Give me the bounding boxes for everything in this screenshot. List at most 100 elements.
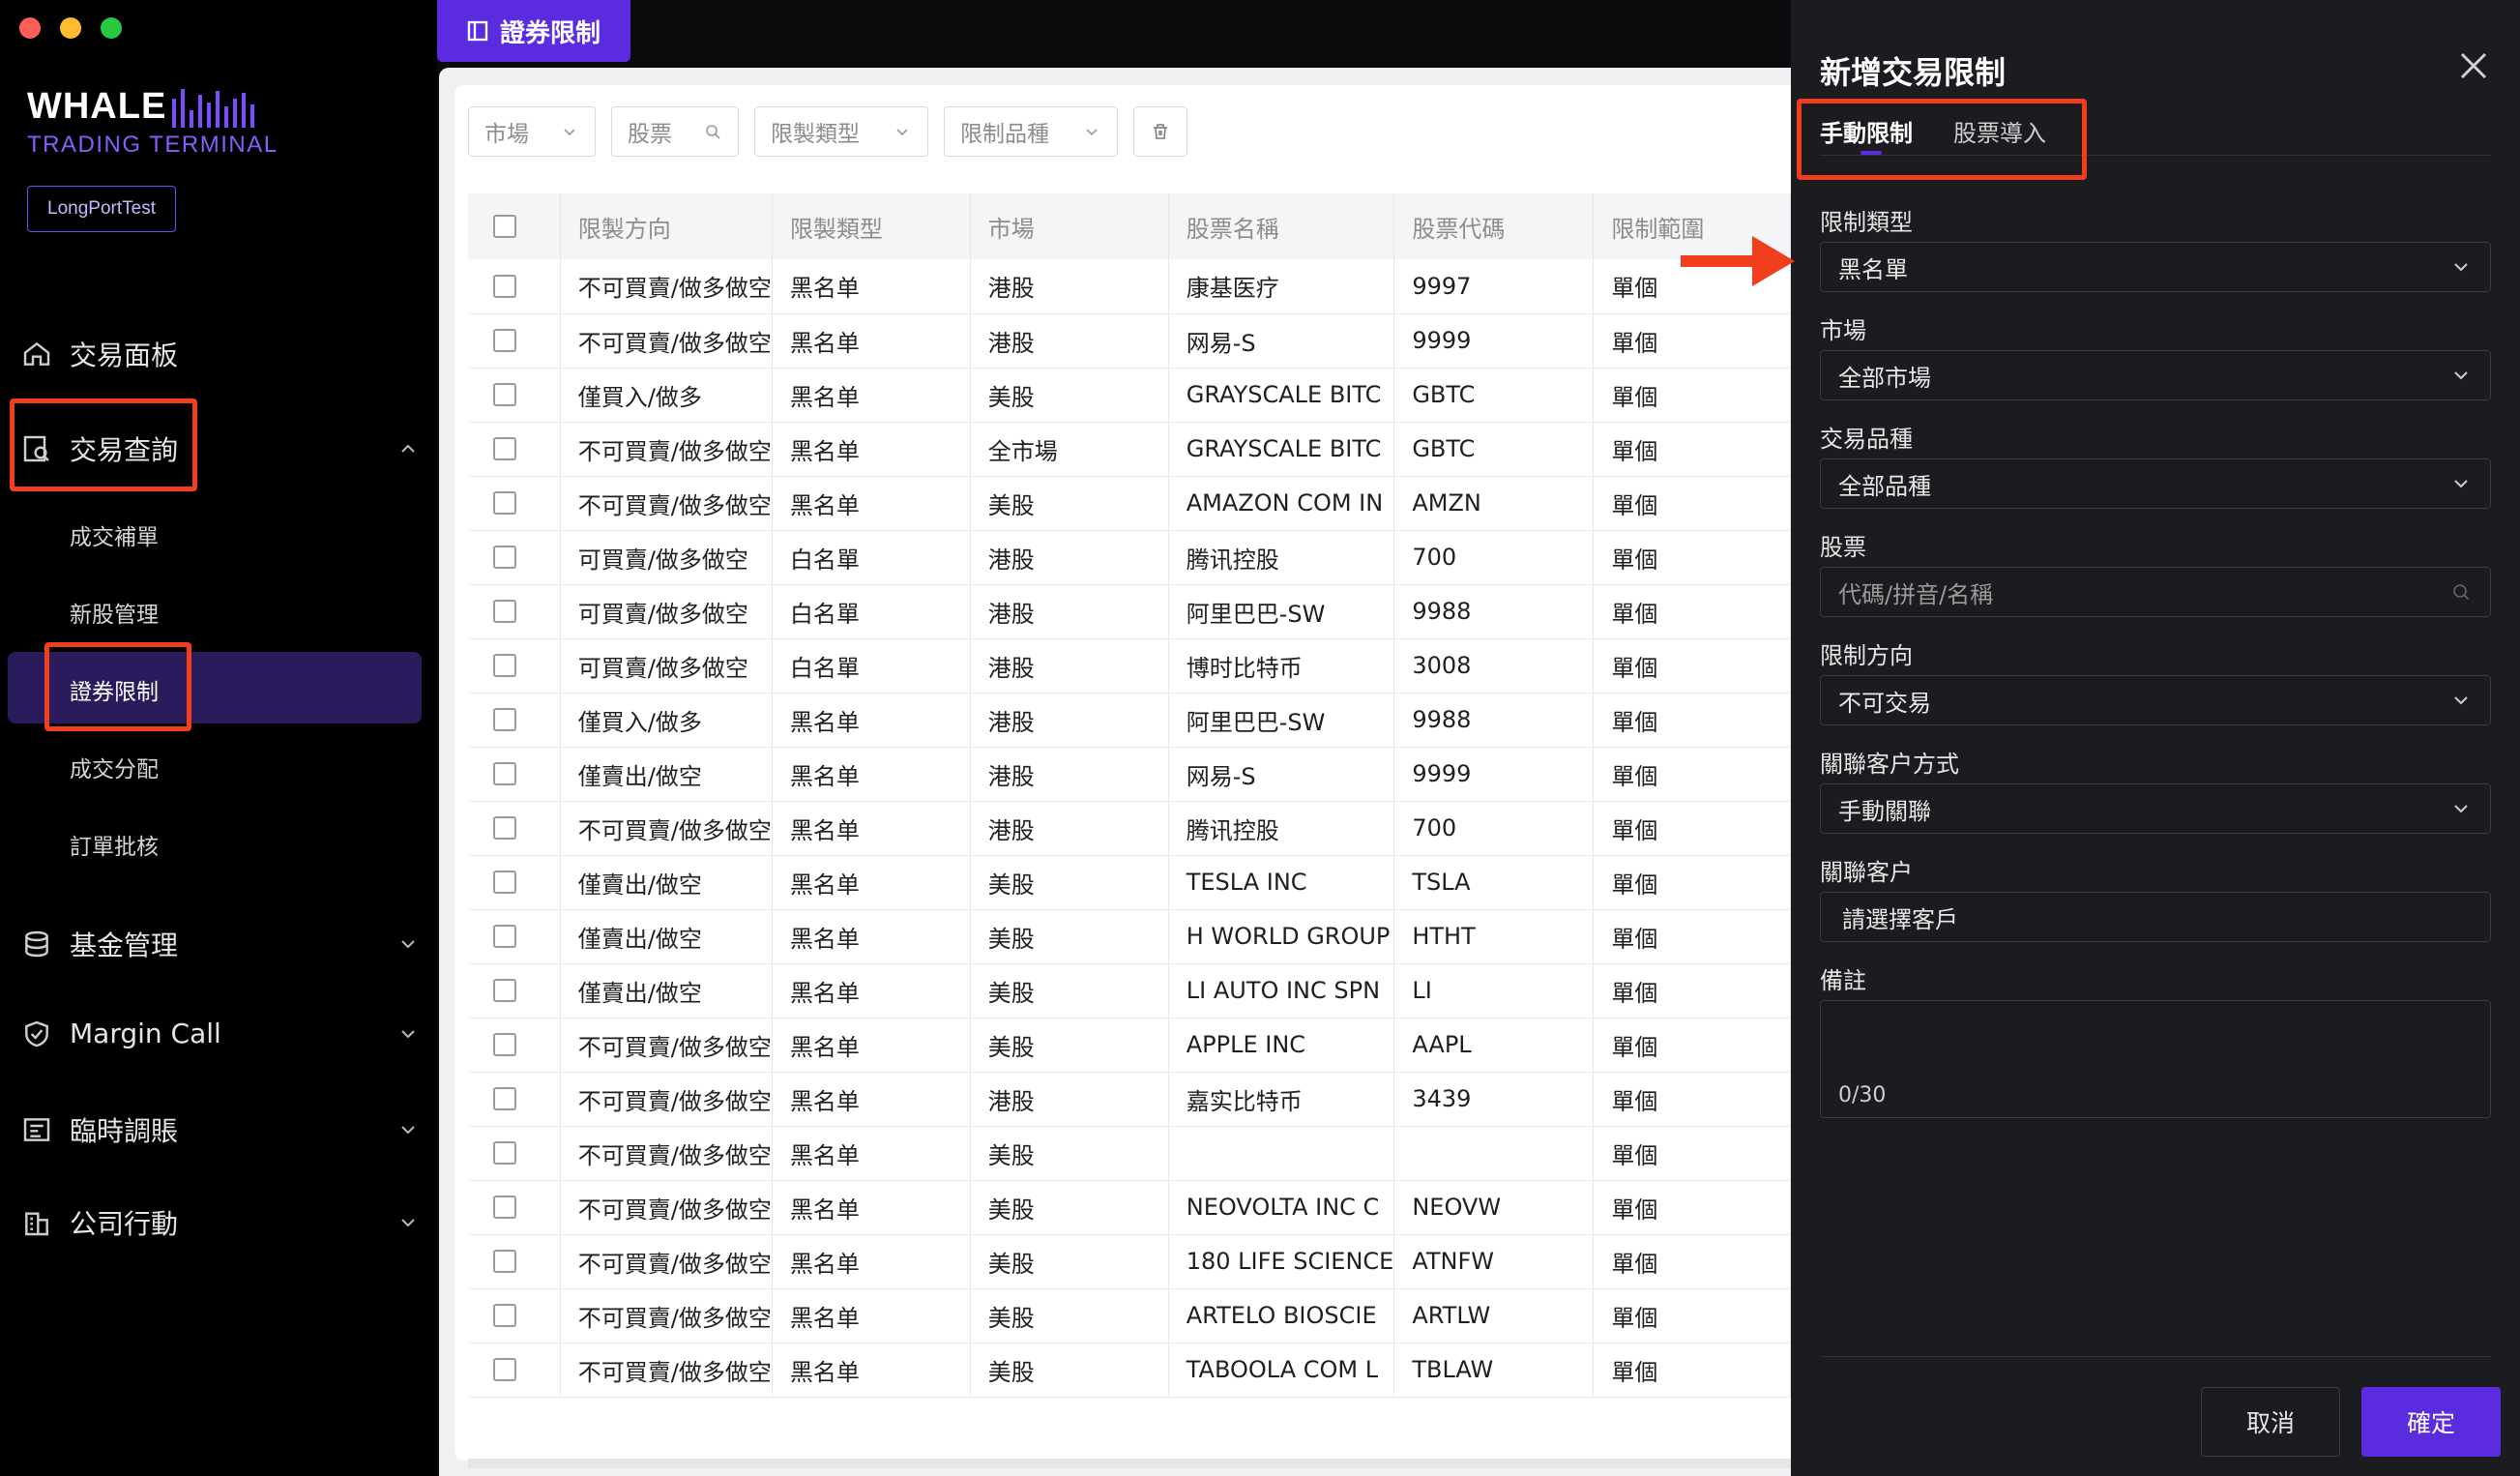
nav-trading-panel[interactable]: 交易面板 xyxy=(21,335,418,373)
col-header-type[interactable]: 限製類型 xyxy=(772,193,971,259)
row-select-cell[interactable] xyxy=(468,801,561,856)
close-icon[interactable] xyxy=(2456,48,2491,83)
table-row[interactable]: 可買賣/做多做空 白名單 港股 博时比特币 3008 單個 xyxy=(468,638,1791,694)
row-select-cell[interactable] xyxy=(468,963,561,1018)
row-checkbox[interactable] xyxy=(493,1358,516,1381)
sub-order-approval[interactable]: 訂單批核 xyxy=(70,828,159,861)
row-select-cell[interactable] xyxy=(468,1343,561,1398)
restriction-type-select[interactable]: 黑名單 xyxy=(1820,242,2491,292)
horizontal-scrollbar[interactable] xyxy=(468,1459,1791,1468)
restriction-product-filter[interactable]: 限制品種 xyxy=(944,106,1118,157)
row-checkbox[interactable] xyxy=(493,1033,516,1056)
row-select-cell[interactable] xyxy=(468,476,561,531)
table-row[interactable]: 不可買賣/做多做空 黑名单 美股 ARTELO BIOSCIE ARTLW 單個 xyxy=(468,1288,1791,1343)
table-row[interactable]: 不可買賣/做多做空 黑名单 美股 NEOVOLTA INC C NEOVW 單個 xyxy=(468,1180,1791,1235)
row-checkbox[interactable] xyxy=(493,1087,516,1110)
row-checkbox[interactable] xyxy=(493,437,516,460)
col-header-stock-code[interactable]: 股票代碼 xyxy=(1393,193,1595,259)
table-row[interactable]: 僅賣出/做空 黑名单 美股 TESLA INC TSLA 單個 xyxy=(468,855,1791,910)
table-row[interactable]: 不可買賣/做多做空 黑名单 港股 嘉实比特币 3439 單個 xyxy=(468,1072,1791,1127)
row-select-cell[interactable] xyxy=(468,1288,561,1343)
row-select-cell[interactable] xyxy=(468,313,561,369)
row-checkbox[interactable] xyxy=(493,1250,516,1273)
row-select-cell[interactable] xyxy=(468,1018,561,1073)
table-row[interactable]: 僅賣出/做空 黑名单 美股 LI AUTO INC SPN LI 單個 xyxy=(468,963,1791,1018)
row-select-cell[interactable] xyxy=(468,1234,561,1289)
table-row[interactable]: 不可買賣/做多做空 黑名单 美股 AMAZON COM IN AMZN 單個 xyxy=(468,476,1791,531)
row-checkbox[interactable] xyxy=(493,816,516,840)
row-select-cell[interactable] xyxy=(468,1180,561,1235)
row-checkbox[interactable] xyxy=(493,762,516,785)
minimize-window-button[interactable] xyxy=(60,17,81,39)
row-select-cell[interactable] xyxy=(468,1126,561,1181)
row-checkbox[interactable] xyxy=(493,1141,516,1165)
nav-fund-mgmt[interactable]: 基金管理 xyxy=(21,925,418,963)
row-select-cell[interactable] xyxy=(468,638,561,694)
table-row[interactable]: 不可買賣/做多做空 黑名单 美股 180 LIFE SCIENCE ATNFW 單個 xyxy=(468,1234,1791,1289)
row-checkbox[interactable] xyxy=(493,329,516,352)
row-select-cell[interactable] xyxy=(468,584,561,639)
nav-corp-action[interactable]: 公司行動 xyxy=(21,1203,418,1242)
col-header-stock-name[interactable]: 股票名稱 xyxy=(1168,193,1395,259)
table-row[interactable]: 可買賣/做多做空 白名單 港股 腾讯控股 700 單個 xyxy=(468,530,1791,585)
row-select-cell[interactable] xyxy=(468,1072,561,1127)
direction-select[interactable]: 不可交易 xyxy=(1820,675,2491,725)
close-window-button[interactable] xyxy=(19,17,41,39)
row-checkbox[interactable] xyxy=(493,708,516,731)
stock-search-input[interactable]: 股票 xyxy=(611,106,739,157)
table-row[interactable]: 不可買賣/做多做空 黑名单 港股 网易-S 9999 單個 xyxy=(468,313,1791,369)
remark-textarea[interactable]: 0/30 xyxy=(1820,1000,2491,1118)
sub-fill-allocation[interactable]: 成交分配 xyxy=(70,751,159,783)
link-method-select[interactable]: 手動關聯 xyxy=(1820,783,2491,834)
cancel-button[interactable]: 取消 xyxy=(2201,1387,2340,1457)
table-row[interactable]: 僅買入/做多 黑名单 美股 GRAYSCALE BITC GBTC 單個 xyxy=(468,368,1791,423)
page-tab[interactable]: 證券限制 xyxy=(437,0,630,62)
row-checkbox[interactable] xyxy=(493,491,516,515)
maximize-window-button[interactable] xyxy=(101,17,122,39)
product-select[interactable]: 全部品種 xyxy=(1820,458,2491,509)
table-row[interactable]: 不可買賣/做多做空 黑名单 全市場 GRAYSCALE BITC GBTC 單個 xyxy=(468,422,1791,477)
row-checkbox[interactable] xyxy=(493,546,516,569)
select-all-cell[interactable] xyxy=(468,193,561,259)
row-checkbox[interactable] xyxy=(493,383,516,406)
row-select-cell[interactable] xyxy=(468,530,561,585)
row-select-cell[interactable] xyxy=(468,693,561,748)
table-row[interactable]: 僅賣出/做空 黑名单 美股 H WORLD GROUP HTHT 單個 xyxy=(468,909,1791,964)
row-checkbox[interactable] xyxy=(493,274,516,298)
row-checkbox[interactable] xyxy=(493,871,516,894)
row-select-cell[interactable] xyxy=(468,747,561,802)
table-row[interactable]: 不可買賣/做多做空 黑名单 美股 單個 xyxy=(468,1126,1791,1181)
row-select-cell[interactable] xyxy=(468,368,561,423)
table-row[interactable]: 僅買入/做多 黑名单 港股 阿里巴巴-SW 9988 單個 xyxy=(468,693,1791,748)
client-select[interactable]: 請選擇客戶 xyxy=(1820,892,2491,942)
sub-ipo-mgmt[interactable]: 新股管理 xyxy=(70,596,159,629)
row-select-cell[interactable] xyxy=(468,422,561,477)
row-checkbox[interactable] xyxy=(493,1196,516,1219)
table-row[interactable]: 不可買賣/做多做空 黑名单 美股 APPLE INC AAPL 單個 xyxy=(468,1018,1791,1073)
stock-search-field[interactable]: 代碼/拼音/名稱 xyxy=(1820,567,2491,617)
col-header-market[interactable]: 市場 xyxy=(970,193,1169,259)
table-row[interactable]: 不可買賣/做多做空 黑名单 美股 TABOOLA COM L TBLAW 單個 xyxy=(468,1343,1791,1398)
select-all-checkbox[interactable] xyxy=(493,215,516,238)
confirm-button[interactable]: 確定 xyxy=(2361,1387,2501,1457)
row-select-cell[interactable] xyxy=(468,259,561,314)
col-header-direction[interactable]: 限製方向 xyxy=(560,193,773,259)
table-row[interactable]: 不可買賣/做多做空 黑名单 港股 康基医疗 9997 單個 xyxy=(468,259,1791,314)
table-row[interactable]: 僅賣出/做空 黑名单 港股 网易-S 9999 單個 xyxy=(468,747,1791,802)
row-checkbox[interactable] xyxy=(493,600,516,623)
restriction-type-filter[interactable]: 限製類型 xyxy=(754,106,928,157)
market-filter[interactable]: 市場 xyxy=(468,106,596,157)
table-row[interactable]: 可買賣/做多做空 白名單 港股 阿里巴巴-SW 9988 單個 xyxy=(468,584,1791,639)
row-checkbox[interactable] xyxy=(493,654,516,677)
row-checkbox[interactable] xyxy=(493,979,516,1002)
sub-fill-supplement[interactable]: 成交補單 xyxy=(70,518,159,551)
row-checkbox[interactable] xyxy=(493,1304,516,1327)
row-select-cell[interactable] xyxy=(468,855,561,910)
account-badge[interactable]: LongPortTest xyxy=(27,186,176,232)
nav-temp-adjust[interactable]: 臨時調賬 xyxy=(21,1110,418,1149)
clear-filter-button[interactable] xyxy=(1133,106,1187,157)
nav-margin-call[interactable]: Margin Call xyxy=(21,1018,418,1049)
table-row[interactable]: 不可買賣/做多做空 黑名单 港股 腾讯控股 700 單個 xyxy=(468,801,1791,856)
row-select-cell[interactable] xyxy=(468,909,561,964)
row-checkbox[interactable] xyxy=(493,925,516,948)
